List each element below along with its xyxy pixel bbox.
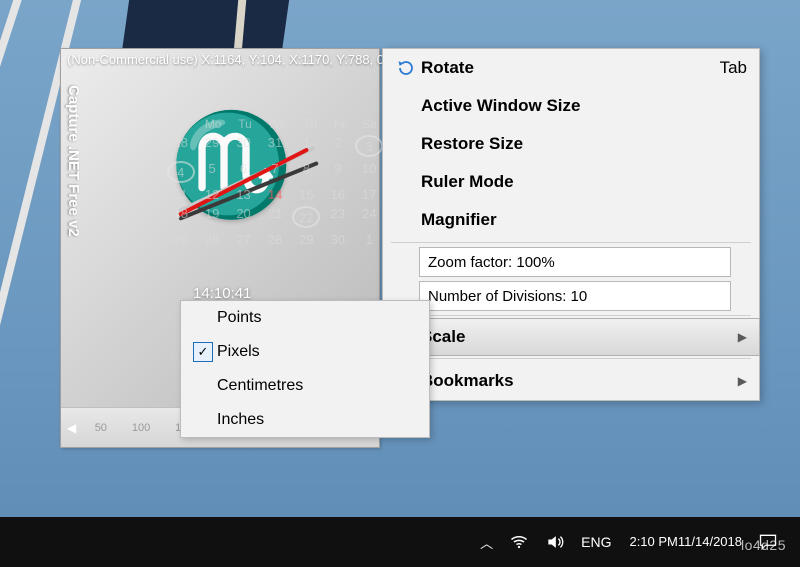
clock-hand xyxy=(178,161,319,221)
menu-item-label: Ruler Mode xyxy=(421,172,747,192)
menu-separator xyxy=(391,358,751,359)
clock-second-hand xyxy=(178,147,309,216)
calendar-overlay: SuMo TuWe ThFr Sa 28293031123 45678910 1… xyxy=(165,117,385,251)
menu-item-magnifier[interactable]: Magnifier xyxy=(383,201,759,239)
menu-item-label: Scale xyxy=(421,327,738,347)
unit-option-inches[interactable]: Inches xyxy=(181,403,429,437)
triangle-left-icon[interactable]: ◀ xyxy=(67,421,76,435)
field-value: Number of Divisions: 10 xyxy=(428,288,587,305)
menu-item-active-window-size[interactable]: Active Window Size xyxy=(383,87,759,125)
tray-clock[interactable]: 2:10 PM 11/14/2018 xyxy=(629,534,742,550)
tray-overflow-icon[interactable]: ︿ xyxy=(480,533,493,552)
app-name-vertical: Capture .NET Free v2 xyxy=(65,85,82,237)
menu-item-label: Centimetres xyxy=(217,377,303,395)
tray-date: 11/14/2018 xyxy=(678,534,742,550)
menu-item-label: Bookmarks xyxy=(421,371,738,391)
menu-item-label: Active Window Size xyxy=(421,96,747,116)
menu-item-label: Points xyxy=(217,309,261,327)
refresh-icon xyxy=(391,59,421,77)
watermark: lo4d25 xyxy=(741,537,786,553)
menu-item-label: Magnifier xyxy=(421,210,747,230)
checkbox-checked-icon: ✓ xyxy=(189,342,217,362)
window-title[interactable]: (Non-Commercial use) X:1164, Y:104, X:11… xyxy=(61,49,379,70)
menu-item-bookmarks[interactable]: Bookmarks ▶ xyxy=(383,362,759,400)
menu-item-label: Rotate xyxy=(421,58,720,78)
chevron-right-icon: ▶ xyxy=(738,330,747,344)
menu-item-label: Restore Size xyxy=(421,134,747,154)
menu-item-rotate[interactable]: Rotate Tab xyxy=(383,49,759,87)
zoom-factor-field[interactable]: Zoom factor: 100% xyxy=(419,247,731,277)
menu-item-ruler-mode[interactable]: Ruler Mode xyxy=(383,163,759,201)
chevron-right-icon: ▶ xyxy=(738,374,747,388)
menu-accelerator: Tab xyxy=(720,58,747,78)
units-submenu[interactable]: Points ✓ Pixels Centimetres Inches xyxy=(180,300,430,438)
context-menu[interactable]: Rotate Tab Active Window Size Restore Si… xyxy=(382,48,760,401)
field-value: Zoom factor: 100% xyxy=(428,254,555,271)
unit-option-points[interactable]: Points xyxy=(181,301,429,335)
unit-option-pixels[interactable]: ✓ Pixels xyxy=(181,335,429,369)
number-of-divisions-field[interactable]: Number of Divisions: 10 xyxy=(419,281,731,311)
menu-item-label: Inches xyxy=(217,411,264,429)
menu-item-scale[interactable]: Scale ▶ xyxy=(382,318,760,356)
menu-separator xyxy=(391,315,751,316)
tray-time: 2:10 PM xyxy=(629,534,677,550)
volume-icon[interactable] xyxy=(545,532,565,552)
unit-option-centimetres[interactable]: Centimetres xyxy=(181,369,429,403)
language-indicator[interactable]: ENG xyxy=(581,534,611,550)
menu-item-label: Pixels xyxy=(217,343,260,361)
menu-item-restore-size[interactable]: Restore Size xyxy=(383,125,759,163)
taskbar[interactable]: ︿ ENG 2:10 PM 11/14/2018 xyxy=(0,517,800,567)
wifi-icon[interactable] xyxy=(509,532,529,552)
menu-separator xyxy=(391,242,751,243)
